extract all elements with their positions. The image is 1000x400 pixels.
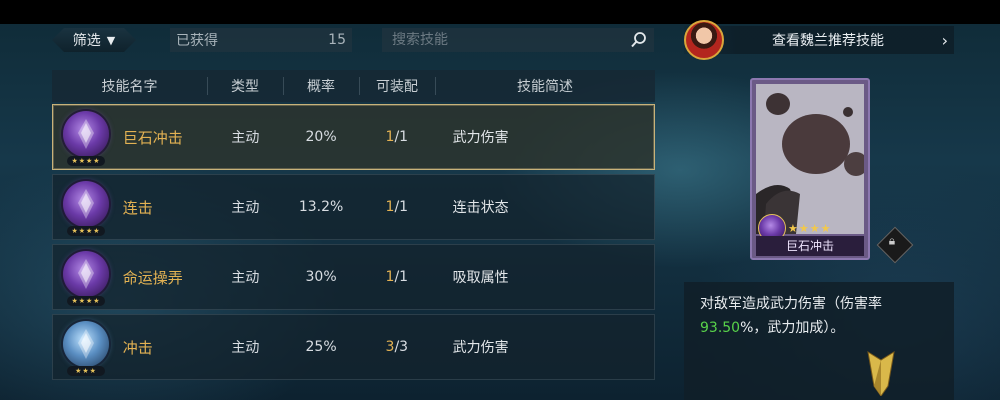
skill-equippable: 1/1 [359,199,435,215]
search-input[interactable] [390,31,614,49]
card-artwork [756,84,864,234]
skill-icon-cell: ★★★★ [53,105,123,169]
gold-shield-icon [867,350,895,396]
skill-equippable: 1/1 [359,129,435,145]
card-stars: ★★★★ [788,222,832,235]
skill-description: 武力伤害 [452,130,509,146]
table-row[interactable]: ★★★ 冲击 主动 25% 3/3 武力伤害 [52,314,655,380]
skill-icon [63,251,109,297]
skill-icon-cell: ★★★★ [53,245,123,309]
skill-icon [63,111,109,157]
owned-count-box: 已获得 15 [170,28,352,52]
equip-total: /1 [394,129,409,145]
owned-count: 15 [328,32,346,48]
filter-button[interactable]: 筛选 ▼ [52,28,136,52]
skill-icon [63,321,109,367]
equip-total: /1 [394,269,409,285]
skill-icon-cell: ★★★★ [53,175,123,239]
star-rating: ★★★★ [67,296,105,306]
top-black-bar [0,0,1000,24]
skill-description: 连击状态 [452,200,509,216]
detail-line1: 对敌军造成武力伤害（伤害率 [700,296,882,312]
skill-type: 主动 [231,200,260,216]
skill-detail-panel: 对敌军造成武力伤害（伤害率 93.50%，武力加成）。 [684,282,954,400]
skill-detail-text: 对敌军造成武力伤害（伤害率 93.50%，武力加成）。 [700,292,946,340]
skill-card[interactable]: ★★★★ 巨石冲击 [750,78,870,260]
skill-description: 武力伤害 [452,340,509,356]
skill-name: 巨石冲击 [122,128,183,147]
skill-icon-cell: ★★★ [53,315,123,379]
table-row[interactable]: ★★★★ 连击 主动 13.2% 1/1 连击状态 [52,174,655,240]
skill-name: 命运操弄 [122,268,183,287]
detail-line2: %，武力加成）。 [740,320,845,336]
skill-description: 吸取属性 [452,270,509,286]
skill-rate: 20% [305,129,337,145]
skill-type: 主动 [231,130,260,146]
skill-rate: 13.2% [298,199,344,215]
avatar[interactable] [684,20,724,60]
header-rate: 概率 [283,70,359,102]
header-equippable: 可装配 [359,70,435,102]
caret-down-icon: ▼ [106,33,116,47]
equip-total: /3 [394,339,409,355]
chevron-right-icon: › [941,31,948,50]
recommend-label: 查看魏兰推荐技能 [772,33,884,49]
skill-rate: 25% [305,339,337,355]
equip-total: /1 [394,199,409,215]
skill-equippable: 3/3 [359,339,435,355]
owned-label: 已获得 [176,33,218,49]
table-row[interactable]: ★★★★ 巨石冲击 主动 20% 1/1 武力伤害 [52,104,655,170]
detail-rate-value: 93.50 [700,320,741,336]
skill-name: 连击 [122,198,153,217]
header-skill-name: 技能名字 [101,79,158,95]
lock-icon[interactable]: 🔒︎ [876,226,914,264]
header-type: 类型 [207,70,283,102]
card-skill-name: 巨石冲击 [756,236,864,256]
search-icon[interactable] [630,31,648,49]
skill-equippable: 1/1 [359,269,435,285]
star-rating: ★★★ [67,366,105,376]
skill-type: 主动 [231,340,260,356]
table-row[interactable]: ★★★★ 命运操弄 主动 30% 1/1 吸取属性 [52,244,655,310]
skill-rate: 30% [305,269,337,285]
star-rating: ★★★★ [67,226,105,236]
skill-icon [63,181,109,227]
search-bar [382,28,654,52]
skill-name: 冲击 [122,338,153,357]
recommend-skills-button[interactable]: 查看魏兰推荐技能 › [684,26,954,54]
header-description: 技能简述 [435,70,655,102]
skill-type: 主动 [231,270,260,286]
table-header: 技能名字 类型 概率 可装配 技能简述 [52,70,655,102]
filter-label: 筛选 [72,33,101,49]
star-rating: ★★★★ [67,156,105,166]
